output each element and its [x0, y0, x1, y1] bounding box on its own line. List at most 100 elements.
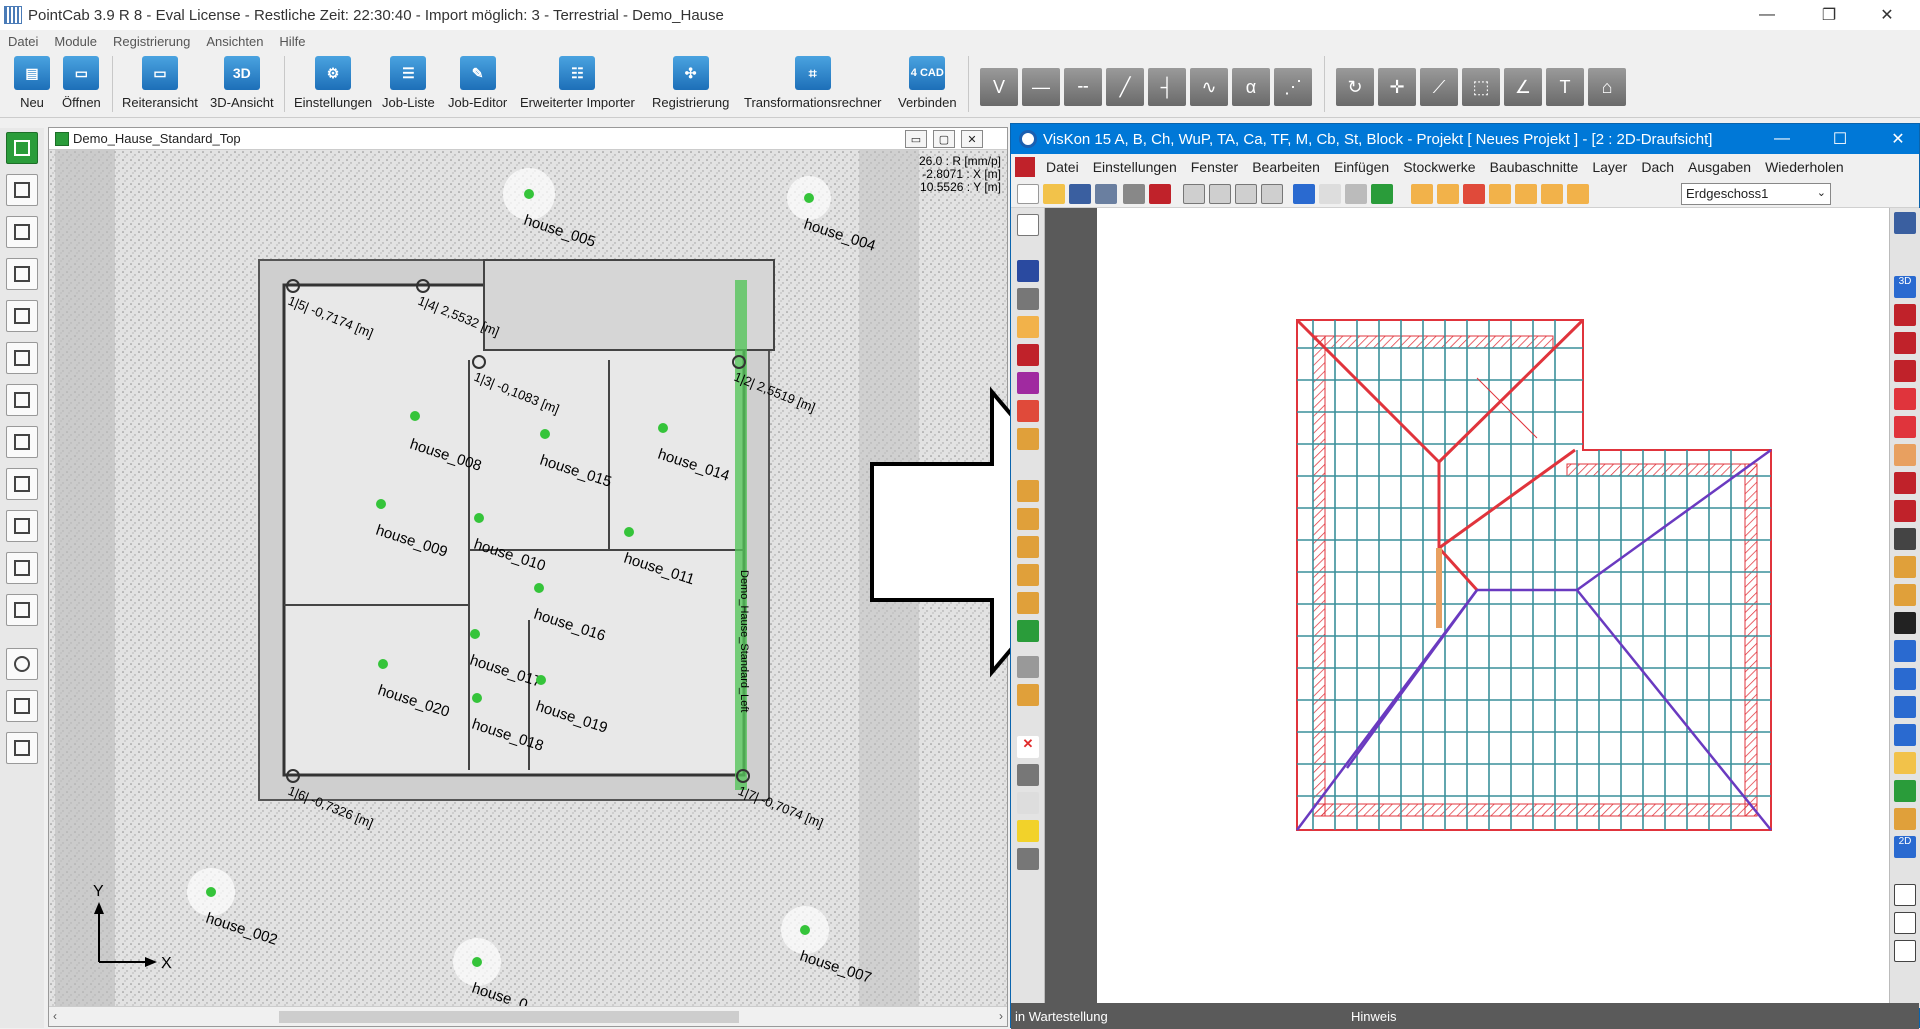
vk-pencil-icon[interactable] [1894, 584, 1916, 606]
vk-menu-fenster[interactable]: Fenster [1191, 159, 1238, 175]
vk-roof-icon[interactable] [1017, 400, 1039, 422]
vk-beam-icon[interactable] [1017, 480, 1039, 502]
vk-window-view-icon[interactable] [1894, 940, 1916, 962]
vk-menu-wiederholen[interactable]: Wiederholen [1765, 159, 1844, 175]
perpendicular-tool-button[interactable]: ┤ [1148, 68, 1186, 106]
export-tool-button[interactable] [6, 552, 38, 584]
angle-tool-button[interactable]: α [1232, 68, 1270, 106]
vk-roof-grid-icon[interactable] [1411, 184, 1433, 204]
viskon-minimize-button[interactable]: — [1759, 124, 1805, 154]
vk-panel-icon[interactable] [1894, 556, 1916, 578]
vk-arch-view-icon[interactable] [1894, 528, 1916, 550]
select-tool-button[interactable] [6, 132, 38, 164]
vk-house-section-icon[interactable] [1894, 332, 1916, 354]
area-tool-button[interactable]: ⬚ [1462, 68, 1500, 106]
tab-view-button[interactable]: ▭ Reiteransicht [122, 56, 198, 114]
layout-tool-button[interactable] [6, 174, 38, 206]
settings-button[interactable]: ⚙ Einstellungen [294, 56, 372, 114]
rotate-tool-button[interactable]: ↻ [1336, 68, 1374, 106]
vk-zoom-in-icon[interactable] [1183, 184, 1205, 204]
vk-block-icon[interactable] [1017, 564, 1039, 586]
measure-tool-button[interactable]: ⟋ [1420, 68, 1458, 106]
vk-stair-icon[interactable] [1017, 428, 1039, 450]
vk-truss-icon[interactable] [1894, 500, 1916, 522]
vk-purlin-icon[interactable] [1017, 536, 1039, 558]
scroll-right-arrow-icon[interactable]: › [999, 1009, 1003, 1023]
vk-wall-icon[interactable] [1017, 260, 1039, 282]
new-button[interactable]: ▤ Neu [14, 56, 50, 114]
vk-redo-icon[interactable] [1319, 184, 1341, 204]
vk-house-red-icon[interactable] [1894, 304, 1916, 326]
menu-ansichten[interactable]: Ansichten [206, 34, 263, 49]
vk-room-icon[interactable] [1017, 372, 1039, 394]
vk-3d-toggle-icon[interactable]: 3D [1894, 276, 1916, 298]
vk-zoom-all-icon[interactable] [1261, 184, 1283, 204]
transform-calculator-button[interactable]: ⌗ Transformationsrechner [744, 56, 882, 114]
vk-layers-icon[interactable] [1567, 184, 1589, 204]
vk-wood-icon[interactable] [1894, 444, 1916, 466]
vk-save-icon[interactable] [1069, 184, 1091, 204]
vk-menu-datei[interactable]: Datei [1046, 159, 1079, 175]
restore-button[interactable]: ❐ [1806, 0, 1852, 30]
section-tool-button[interactable]: ⌂ [1588, 68, 1626, 106]
vk-3d-house-icon[interactable] [1894, 212, 1916, 234]
vk-menu-stockwerke[interactable]: Stockwerke [1403, 159, 1475, 175]
vk-line-icon[interactable] [1894, 612, 1916, 634]
advanced-importer-button[interactable]: ☷ Erweiterter Importer [520, 56, 635, 114]
vk-rafter-icon[interactable] [1017, 508, 1039, 530]
vk-hatch-icon[interactable] [1017, 848, 1039, 870]
menu-registrierung[interactable]: Registrierung [113, 34, 190, 49]
job-editor-button[interactable]: ✎ Job-Editor [448, 56, 507, 114]
vk-menu-einstellungen[interactable]: Einstellungen [1093, 159, 1177, 175]
cube-tool-button[interactable] [6, 342, 38, 374]
tiles-tool-button[interactable] [6, 216, 38, 248]
menu-datei[interactable]: Datei [8, 34, 38, 49]
vk-roof-red-icon[interactable] [1463, 184, 1485, 204]
registration-button[interactable]: ✣ Registrierung [652, 56, 729, 114]
vectorize-tool-button[interactable]: V [980, 68, 1018, 106]
vk-frame-icon[interactable] [1894, 912, 1916, 934]
vk-undo-icon[interactable] [1293, 184, 1315, 204]
horizontal-scrollbar[interactable]: ‹ › [49, 1006, 1007, 1026]
3d-view-button[interactable]: 3D 3D-Ansicht [210, 56, 274, 114]
polyline-tool-button[interactable]: ⋰ [1274, 68, 1312, 106]
vk-3d-cube-icon[interactable] [1371, 184, 1393, 204]
vk-dashed-line-icon[interactable] [1017, 656, 1039, 678]
vk-pointer-icon[interactable] [1541, 184, 1563, 204]
vk-roof-section-icon[interactable] [1489, 184, 1511, 204]
vk-delete-icon[interactable]: ✕ [1017, 736, 1039, 758]
vk-table-icon[interactable] [1894, 884, 1916, 906]
vk-fence-icon[interactable] [1894, 808, 1916, 830]
vk-measure-icon[interactable] [1017, 820, 1039, 842]
vk-open-folder-icon[interactable] [1043, 184, 1065, 204]
curve-tool-button[interactable]: ∿ [1190, 68, 1228, 106]
vk-slab-icon[interactable] [1017, 288, 1039, 310]
vk-grid-view-icon[interactable] [1894, 696, 1916, 718]
vk-arch-icon[interactable] [1017, 592, 1039, 614]
pdf-export-button[interactable] [6, 258, 38, 290]
view-close-button[interactable]: ✕ [961, 130, 983, 148]
job-list-button[interactable]: ☰ Job-Liste [382, 56, 435, 114]
vk-tree-icon[interactable] [1894, 780, 1916, 802]
vk-menu-ausgaben[interactable]: Ausgaben [1688, 159, 1751, 175]
vk-zoom-out-icon[interactable] [1209, 184, 1231, 204]
vk-layer-view-icon[interactable] [1894, 724, 1916, 746]
vk-save-as-icon[interactable] [1095, 184, 1117, 204]
minimize-button[interactable]: — [1744, 0, 1790, 30]
vk-tools-icon[interactable] [1017, 764, 1039, 786]
close-button[interactable]: ✕ [1864, 0, 1910, 30]
vk-menu-layer[interactable]: Layer [1592, 159, 1627, 175]
unroll-tool-button[interactable] [6, 468, 38, 500]
vk-crosshair-icon[interactable] [1345, 184, 1367, 204]
axis-tool-button[interactable] [6, 594, 38, 626]
vk-axis-icon[interactable] [1894, 668, 1916, 690]
vk-new-file-icon[interactable] [1017, 184, 1039, 204]
viskon-2d-top-view-canvas[interactable] [1097, 208, 1889, 1003]
vk-roof-lines-icon[interactable] [1515, 184, 1537, 204]
vk-grid-icon[interactable] [1017, 620, 1039, 642]
vk-2d-toggle-icon[interactable]: 2D [1894, 836, 1916, 858]
open-button[interactable]: ▭ Öffnen [62, 56, 101, 114]
menu-hilfe[interactable]: Hilfe [279, 34, 305, 49]
view-minimize-button[interactable]: ▭ [905, 130, 927, 148]
scroll-left-arrow-icon[interactable]: ‹ [53, 1009, 57, 1023]
